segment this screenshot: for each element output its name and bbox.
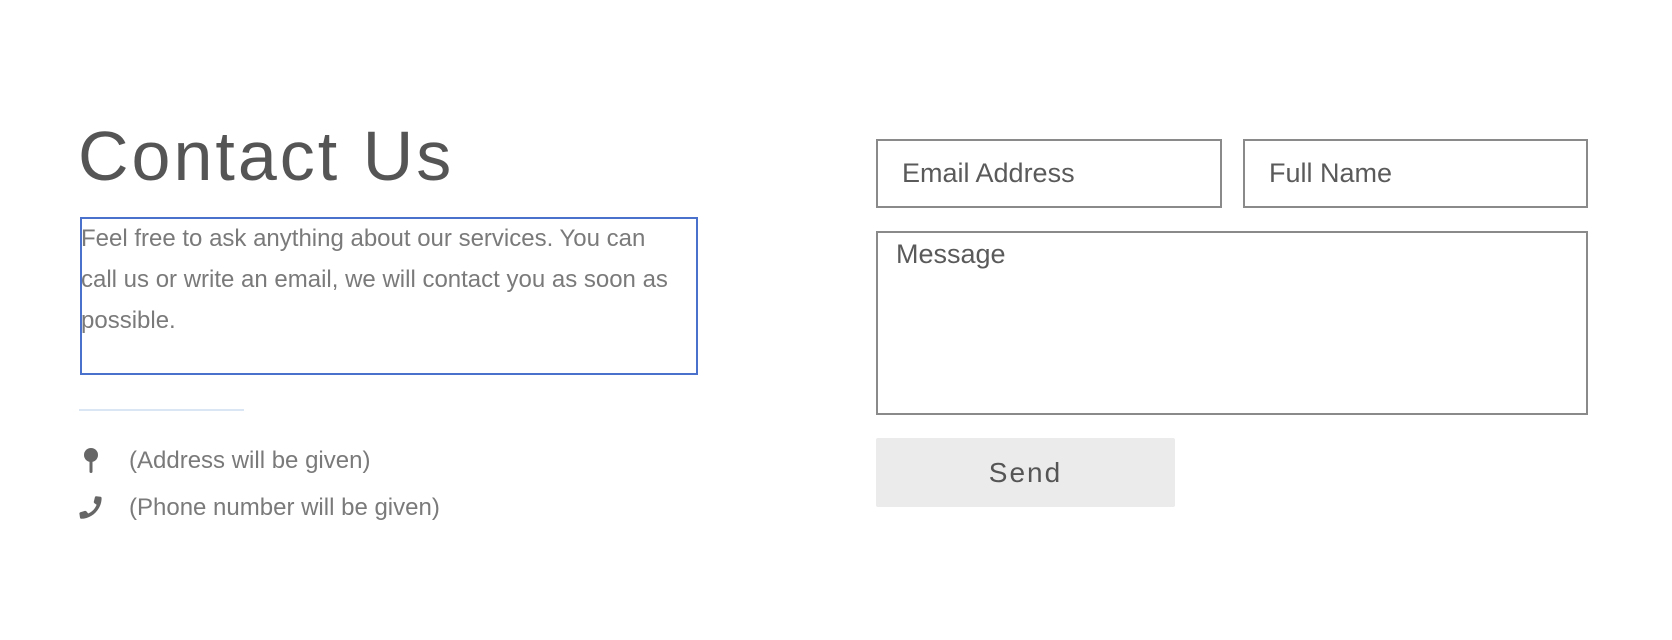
phone-icon [79, 493, 103, 523]
send-button[interactable]: Send [876, 438, 1175, 507]
full-name-field[interactable] [1243, 139, 1588, 208]
map-pin-icon [79, 446, 103, 476]
contact-description[interactable]: Feel free to ask anything about our serv… [81, 218, 681, 341]
address-text: (Address will be given) [129, 447, 371, 474]
address-row: (Address will be given) [79, 444, 370, 478]
section-divider [79, 409, 244, 411]
page-title: Contact Us [78, 117, 455, 195]
phone-row: (Phone number will be given) [79, 491, 440, 525]
phone-text: (Phone number will be given) [129, 494, 440, 521]
message-field[interactable] [876, 231, 1588, 415]
email-field[interactable] [876, 139, 1222, 208]
